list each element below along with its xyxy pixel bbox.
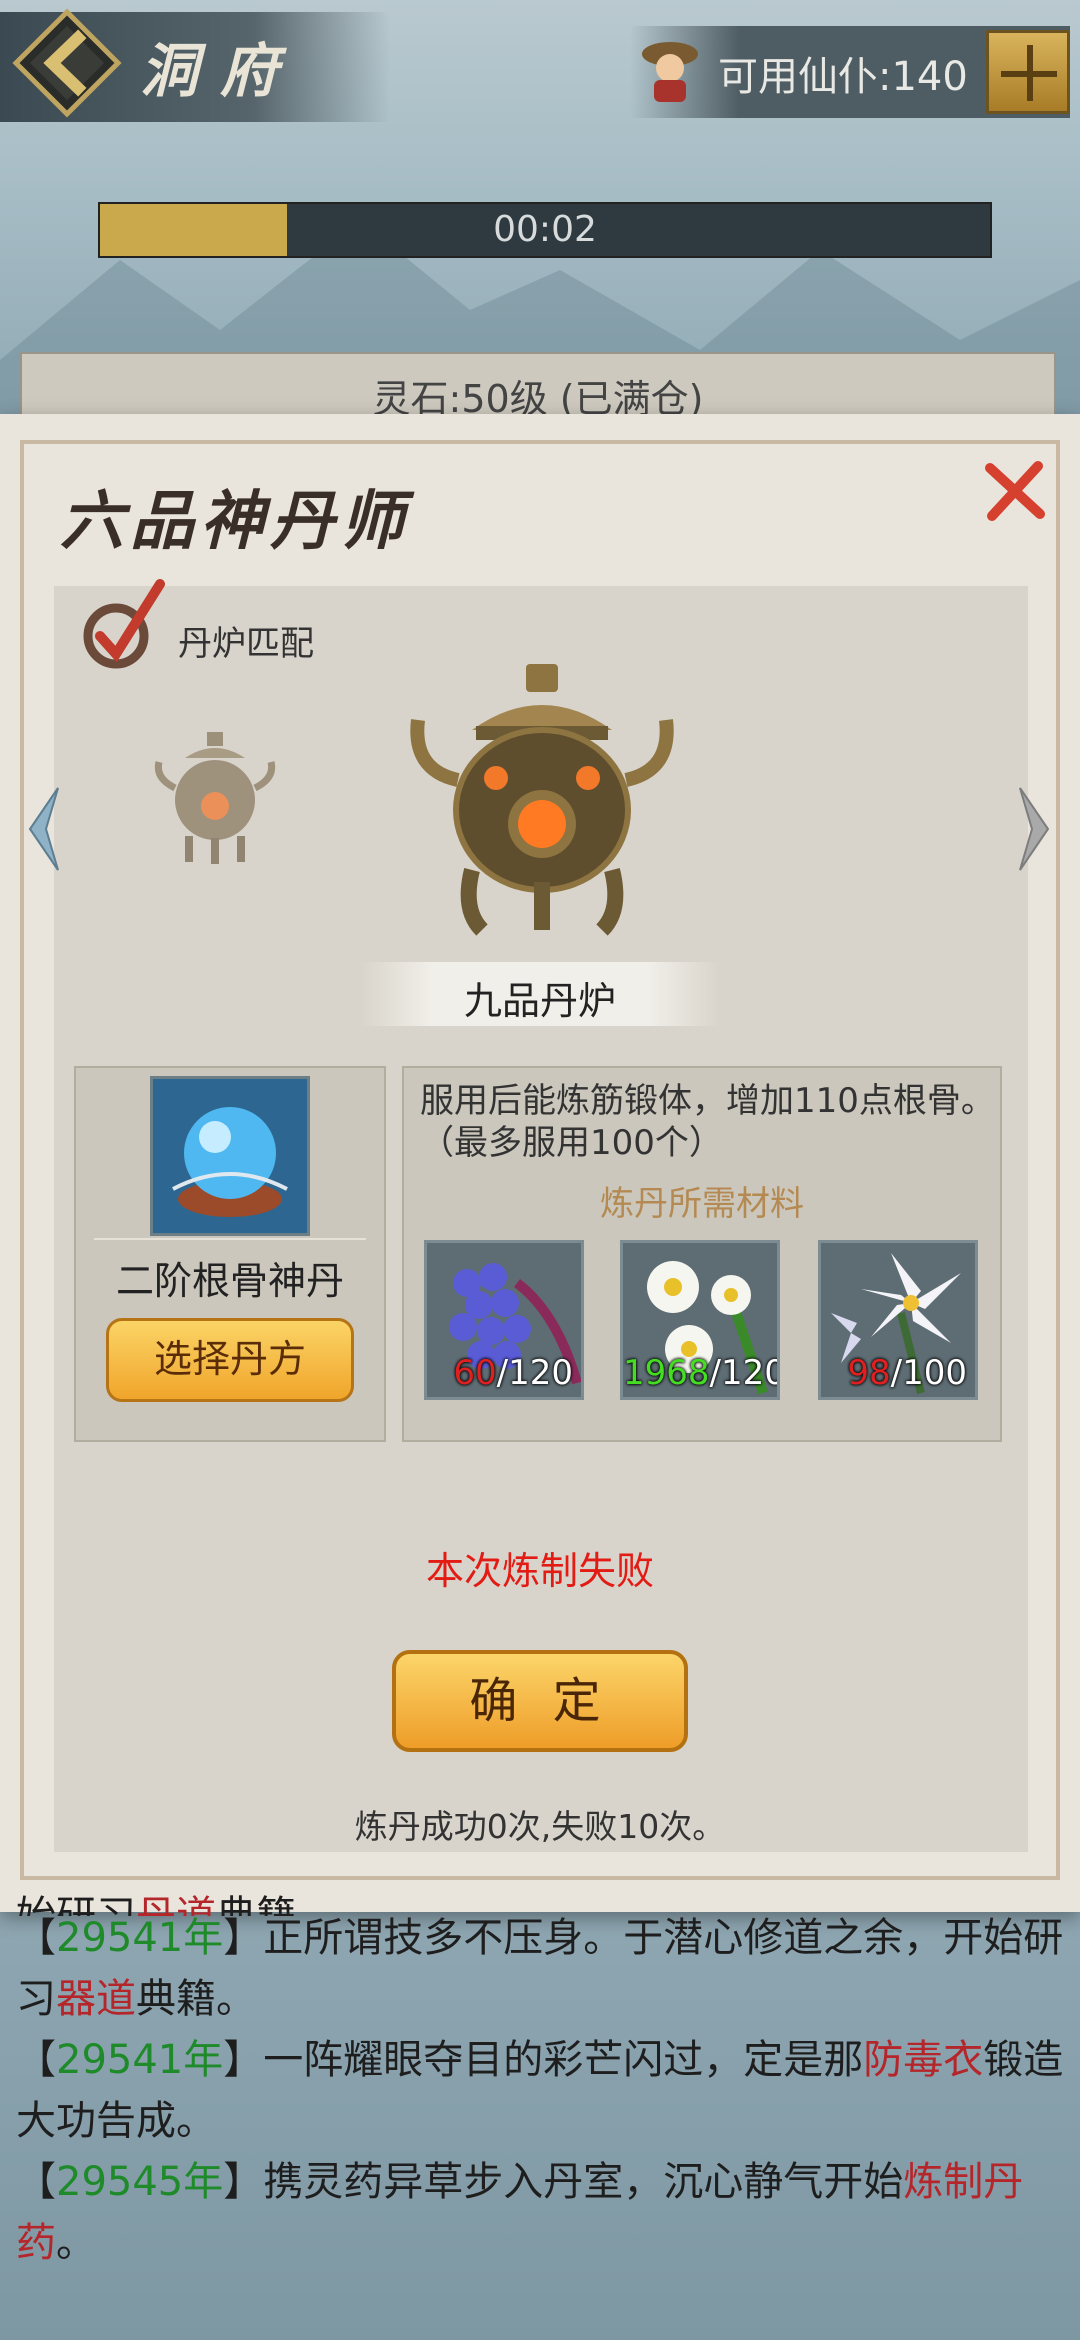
furnace-name: 九品丹炉 — [463, 979, 616, 1023]
available-servants-label: 可用仙仆:140 — [718, 54, 968, 100]
modal-title: 六品神丹师 — [60, 484, 410, 559]
log-entry: 【29541年】正所谓技多不压身。于潜心修道之余，开始研习器道典籍。 — [16, 1915, 1064, 2022]
timer-text: 00:02 — [493, 209, 597, 250]
pill-orb-icon — [153, 1079, 307, 1233]
material-count: 60/120 — [453, 1353, 573, 1393]
pill-name: 二阶根骨神丹 — [115, 1259, 344, 1303]
refine-result-text: 本次炼制失败 — [425, 1549, 654, 1593]
log-entry: 【29545年】携灵药异草步入丹室，沉心静气开始炼制丹药。 — [16, 2159, 1024, 2266]
pill-name-divider — [94, 1238, 366, 1240]
event-log: 【29541年】正所谓技多不压身。于潜心修道之余，开始研习器道典籍。 【2954… — [16, 1908, 1066, 2274]
refine-stats-text: 炼丹成功0次,失败10次。 — [354, 1807, 726, 1846]
material-item-lilies[interactable]: 98/100 — [818, 1240, 978, 1400]
log-entry: 【29541年】一阵耀眼夺目的彩芒闪过，定是那防毒衣锻造大功告成。 — [16, 2037, 1064, 2144]
add-servant-button[interactable] — [986, 30, 1070, 114]
pill-description: 服用后能炼筋锻体，增加110点根骨。（最多服用100个） — [420, 1081, 995, 1163]
furnace-match-label: 丹炉匹配 — [178, 624, 314, 664]
materials-title: 炼丹所需材料 — [600, 1184, 804, 1224]
chevron-right-icon[interactable] — [1012, 784, 1056, 874]
servant-icon — [642, 42, 698, 102]
material-item-grapes[interactable]: 60/120 — [424, 1240, 584, 1400]
back-button[interactable] — [12, 8, 122, 118]
material-item-daisies[interactable]: 1968/120 — [620, 1240, 780, 1400]
confirm-button[interactable]: 确 定 — [392, 1650, 688, 1752]
material-count: 1968/120 — [623, 1353, 780, 1393]
furnace-small-icon[interactable] — [145, 728, 285, 868]
material-count: 98/100 — [847, 1353, 967, 1393]
select-recipe-button[interactable]: 选择丹方 — [106, 1318, 354, 1402]
chevron-left-icon[interactable] — [22, 784, 66, 874]
pill-icon-frame[interactable] — [150, 1076, 310, 1236]
page-title: 洞府 — [140, 37, 301, 105]
furnace-selected-icon[interactable] — [402, 660, 682, 940]
timer-progress-bar: 00:02 — [98, 202, 992, 258]
check-icon — [83, 579, 165, 669]
close-icon[interactable] — [982, 458, 1048, 524]
